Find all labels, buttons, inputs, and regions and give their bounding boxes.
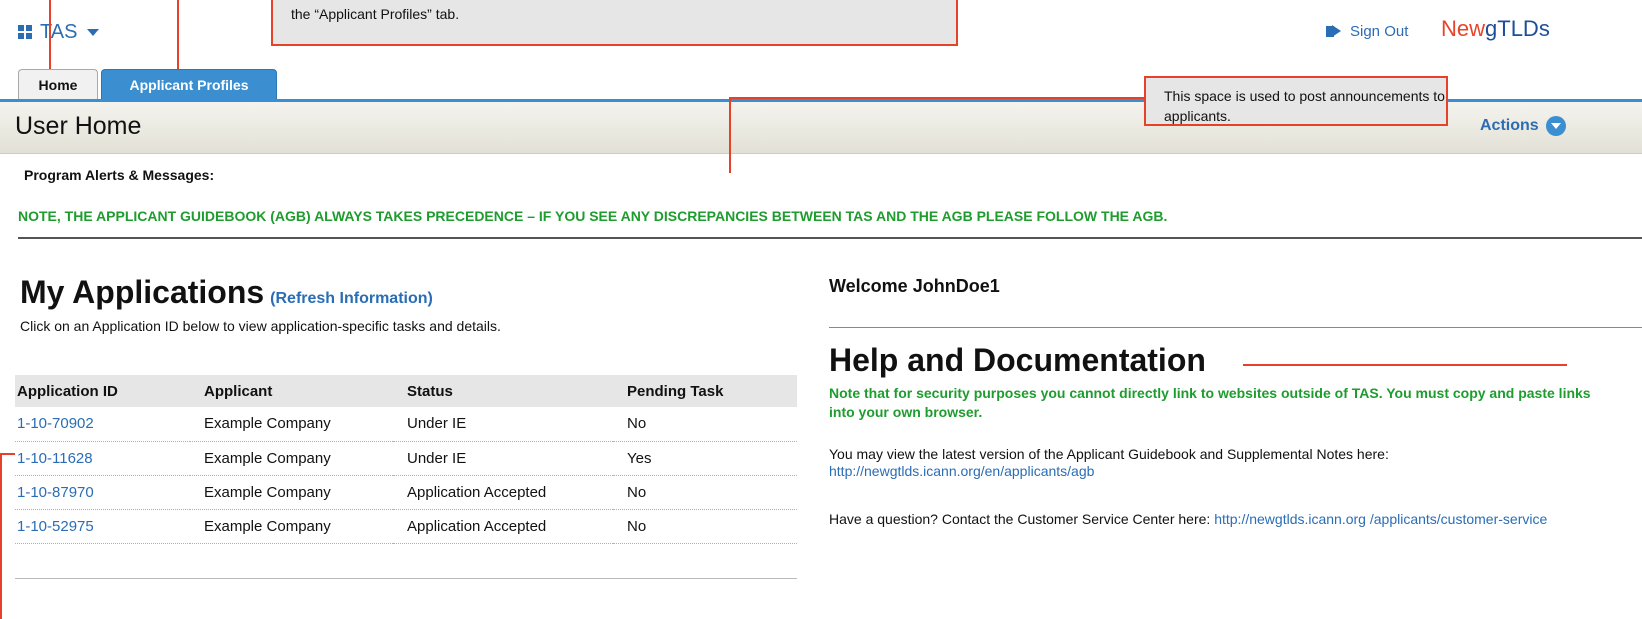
actions-menu[interactable]: Actions — [1480, 116, 1566, 136]
application-id-link[interactable]: 1-10-52975 — [15, 509, 190, 544]
my-applications-subtitle: Click on an Application ID below to view… — [20, 318, 501, 334]
applicant-cell: Example Company — [190, 475, 393, 510]
application-id-link[interactable]: 1-10-70902 — [15, 407, 190, 442]
customer-service-link[interactable]: http://newgtlds.icann.org /applicants/cu… — [1214, 511, 1547, 527]
table-header-row: Application ID Applicant Status Pending … — [15, 375, 797, 407]
tabs-callout: the “Applicant Profiles” tab. — [271, 0, 958, 46]
table-row: 1-10-87970 Example Company Application A… — [15, 475, 797, 510]
grid-icon — [18, 25, 32, 39]
app-menu[interactable]: TAS — [18, 20, 100, 44]
tab-home[interactable]: Home — [18, 69, 98, 99]
sign-out-icon — [1326, 24, 1342, 38]
security-note: Note that for security purposes you cann… — [829, 385, 1591, 420]
column-header-status[interactable]: Status — [393, 375, 613, 407]
sign-out-link[interactable]: Sign Out — [1326, 21, 1408, 41]
divider — [18, 237, 1642, 239]
tab-applicant-profiles[interactable]: Applicant Profiles — [101, 69, 277, 99]
applications-table: Application ID Applicant Status Pending … — [15, 375, 797, 544]
chevron-down-circle-icon — [1545, 116, 1566, 136]
sign-out-label: Sign Out — [1350, 22, 1409, 40]
guidebook-paragraph: You may view the latest version of the A… — [829, 446, 1389, 479]
alerts-heading: Program Alerts & Messages: — [24, 167, 215, 183]
column-header-application-id[interactable]: Application ID — [15, 375, 190, 407]
application-id-link[interactable]: 1-10-87970 — [15, 475, 190, 510]
refresh-information-link[interactable]: (Refresh Information) — [270, 290, 433, 307]
callout-connector — [729, 97, 731, 173]
column-header-applicant[interactable]: Applicant — [190, 375, 393, 407]
applicant-cell: Example Company — [190, 441, 393, 476]
page-title: User Home — [15, 112, 142, 140]
callout-connector — [729, 97, 1144, 99]
actions-label: Actions — [1480, 117, 1539, 134]
applicant-cell: Example Company — [190, 509, 393, 544]
callout-connector — [1243, 364, 1567, 366]
announcements-callout: This space is used to post announcements… — [1144, 76, 1448, 126]
my-applications-title: My Applications (Refresh Information) — [20, 274, 433, 310]
pending-task-cell: Yes — [613, 441, 797, 476]
table-row: 1-10-70902 Example Company Under IE No — [15, 407, 797, 442]
caret-down-icon — [87, 28, 100, 36]
pending-task-cell: No — [613, 407, 797, 442]
column-header-pending-task[interactable]: Pending Task — [613, 375, 797, 407]
app-name: TAS — [40, 20, 78, 43]
welcome-message: Welcome JohnDoe1 — [829, 276, 1000, 296]
alerts-message: NOTE, THE APPLICANT GUIDEBOOK (AGB) ALWA… — [18, 208, 1168, 224]
status-cell: Under IE — [393, 441, 613, 476]
application-id-link[interactable]: 1-10-11628 — [15, 441, 190, 476]
callout-connector — [177, 0, 179, 69]
applicant-cell: Example Company — [190, 407, 393, 442]
guidebook-link[interactable]: http://newgtlds.icann.org/en/applicants/… — [829, 463, 1094, 479]
status-cell: Application Accepted — [393, 475, 613, 510]
callout-connector — [0, 453, 15, 455]
pending-task-cell: No — [613, 509, 797, 544]
callout-connector — [49, 0, 51, 69]
newgtlds-logo: NewgTLDs — [1441, 16, 1550, 41]
table-row: 1-10-11628 Example Company Under IE Yes — [15, 441, 797, 476]
status-cell: Application Accepted — [393, 509, 613, 544]
status-cell: Under IE — [393, 407, 613, 442]
pending-task-cell: No — [613, 475, 797, 510]
divider — [829, 327, 1642, 328]
help-documentation-title: Help and Documentation — [829, 342, 1206, 378]
callout-connector — [0, 453, 2, 619]
customer-service-paragraph: Have a question? Contact the Customer Se… — [829, 511, 1548, 527]
divider — [15, 578, 797, 579]
table-row: 1-10-52975 Example Company Application A… — [15, 509, 797, 544]
